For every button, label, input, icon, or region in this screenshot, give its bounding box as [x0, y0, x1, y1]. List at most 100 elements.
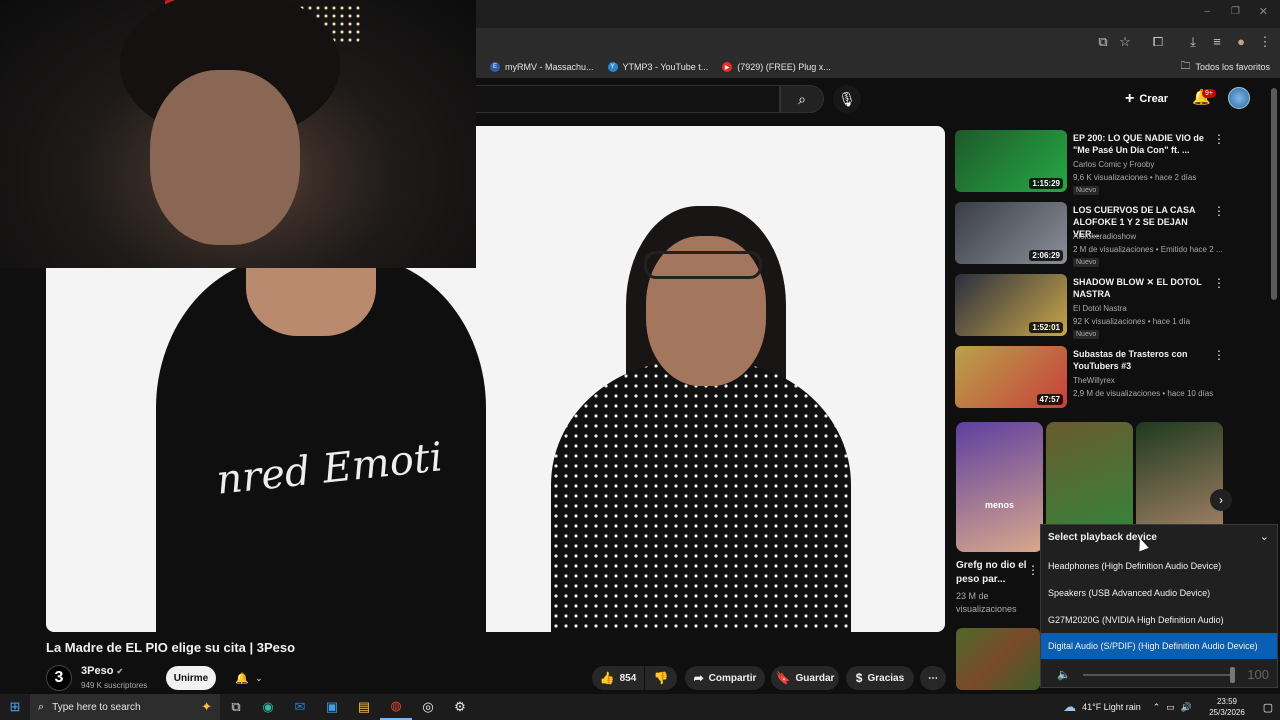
short-thumbnail[interactable]: menos	[956, 422, 1043, 552]
playback-device-digital-audio[interactable]: Digital Audio (S/PDIF) (High Definition …	[1041, 633, 1277, 659]
browser-title-bar: – ❐ ✕	[476, 0, 1280, 28]
join-button[interactable]: Unirme	[166, 666, 216, 690]
network-icon[interactable]: ▭	[1166, 702, 1175, 713]
video-title: SHADOW BLOW ✕ EL DOTOL NASTRA	[1073, 277, 1202, 299]
store-icon[interactable]: ▣	[316, 694, 348, 720]
more-vertical-icon[interactable]: ⋮	[1213, 132, 1225, 146]
close-window-icon[interactable]: ✕	[1259, 5, 1268, 18]
speaker-icon[interactable]: 🔈	[1057, 668, 1071, 681]
voice-search-button[interactable]: 🎙	[833, 85, 861, 113]
recommendation-item[interactable]: 47:57 Subastas de Trasteros con YouTuber…	[955, 342, 1225, 408]
video-duration: 1:15:29	[1029, 178, 1063, 189]
task-view-icon[interactable]: ⧉	[220, 694, 252, 720]
bookmark-icon: 🔖	[775, 671, 791, 685]
outlook-icon[interactable]: ✉	[284, 694, 316, 720]
restore-icon[interactable]: ❐	[1231, 6, 1240, 17]
all-bookmarks[interactable]: 🗀 Todos los favoritos	[1180, 56, 1270, 78]
volume-slider[interactable]	[1083, 674, 1233, 676]
bookmark-label: YTMP3 - YouTube t...	[622, 62, 709, 72]
chevron-down-icon[interactable]: ⌄	[1260, 530, 1269, 543]
file-explorer-icon[interactable]: ▤	[348, 694, 380, 720]
more-vertical-icon[interactable]: ⋮	[1213, 204, 1225, 218]
channel-name[interactable]: 3Peso ✔	[81, 665, 123, 677]
more-horizontal-icon: ⋯	[928, 672, 938, 684]
chevron-up-icon[interactable]: ⌃	[1153, 702, 1161, 713]
taskbar-search-input[interactable]: ⌕ Type here to search ✦	[30, 694, 220, 720]
bookmarks-bar: E myRMV - Massachu... Y YTMP3 - YouTube …	[476, 56, 1280, 78]
thumbs-up-icon: 👍	[599, 671, 615, 685]
recommendation-item[interactable]: 1:52:01 SHADOW BLOW ✕ EL DOTOL NASTRA El…	[955, 270, 1225, 339]
profile-icon[interactable]: ●	[1232, 34, 1250, 49]
weather-icon: ☁	[1063, 699, 1077, 714]
install-app-icon[interactable]: ⧉	[1094, 34, 1112, 50]
search-placeholder: Type here to search	[52, 701, 141, 713]
search-input[interactable]	[476, 85, 780, 113]
short-title[interactable]: Grefg no dio el peso par...	[956, 559, 1030, 587]
video-thumbnail[interactable]	[956, 628, 1040, 690]
settings-icon[interactable]: ⚙	[444, 694, 476, 720]
shorts-next-button[interactable]: ›	[1210, 489, 1232, 511]
bookmark-item-plug[interactable]: ▶ (7929) (FREE) Plug x...	[722, 62, 831, 72]
channel-name: El Dotol Nastra	[1073, 304, 1127, 313]
volume-slider-thumb[interactable]	[1230, 667, 1235, 683]
more-vertical-icon[interactable]: ⋮	[1213, 348, 1225, 362]
create-button[interactable]: + Crear	[1125, 87, 1168, 111]
recommendation-item[interactable]: 2:06:29 LOS CUERVOS DE LA CASA ALOFOKE 1…	[955, 198, 1225, 267]
search-button[interactable]: ⌕	[780, 85, 824, 113]
sparkle-icon: ✦	[201, 699, 212, 714]
recorder-icon[interactable]: ◎	[412, 694, 444, 720]
playback-device-headphones[interactable]: Headphones (High Definition Audio Device…	[1041, 553, 1277, 579]
edge-icon[interactable]: ◉	[252, 694, 284, 720]
playback-device-flyout: Select playback device ⌄ Headphones (Hig…	[1040, 524, 1278, 688]
channel-name: Alofokeradioshow	[1073, 232, 1137, 241]
like-button[interactable]: 👍 854	[592, 666, 644, 690]
more-vertical-icon[interactable]: ⋮	[1213, 276, 1225, 290]
thanks-label: Gracias	[867, 672, 905, 684]
browser-menu-icon[interactable]: ⋮	[1256, 34, 1274, 50]
chrome-icon[interactable]: ◍	[380, 694, 412, 720]
folder-icon: 🗀	[1180, 60, 1191, 72]
bookmark-item-ytmp3[interactable]: Y YTMP3 - YouTube t...	[607, 62, 709, 72]
share-button[interactable]: ➦ Compartir	[685, 666, 765, 690]
video-thumbnail: 2:06:29	[955, 202, 1067, 264]
notification-center-icon[interactable]: ▢	[1256, 701, 1280, 714]
page-scrollbar[interactable]	[1271, 88, 1277, 300]
subscription-bell-button[interactable]: 🔔 ⌄	[228, 666, 270, 690]
video-meta: 2,9 M de visualizaciones • hace 10 días	[1073, 389, 1214, 398]
myrmv-favicon: E	[490, 62, 500, 72]
reading-list-icon[interactable]: ≡	[1208, 34, 1226, 49]
video-thumbnail: 1:52:01	[955, 274, 1067, 336]
clock[interactable]: 23:59 25/3/2026	[1198, 696, 1256, 718]
extensions-icon[interactable]: ⧠	[1149, 34, 1167, 50]
plus-icon: +	[1125, 90, 1135, 107]
bookmark-label: myRMV - Massachu...	[505, 62, 594, 72]
share-label: Compartir	[708, 672, 757, 684]
playback-device-monitor[interactable]: G27M2020G (NVIDIA High Definition Audio)	[1041, 607, 1277, 633]
weather-text[interactable]: 41°F Light rain	[1082, 702, 1141, 712]
account-avatar[interactable]	[1228, 87, 1250, 109]
bookmark-label: (7929) (FREE) Plug x...	[737, 62, 831, 72]
windows-start-icon[interactable]: ⊞	[0, 694, 30, 720]
more-actions-button[interactable]: ⋯	[920, 666, 946, 690]
thanks-button[interactable]: $ Gracias	[846, 666, 914, 690]
dislike-button[interactable]: 👎	[645, 666, 677, 690]
time: 23:59	[1216, 697, 1238, 706]
more-vertical-icon[interactable]: ⋮	[1027, 563, 1039, 577]
recommendation-item[interactable]: 1:15:29 EP 200: LO QUE NADIE VIO de "Me …	[955, 126, 1225, 195]
bookmark-item-myrmv[interactable]: E myRMV - Massachu...	[490, 62, 594, 72]
device-label: Digital Audio (S/PDIF) (High Definition …	[1048, 641, 1258, 651]
minimize-icon[interactable]: –	[1204, 6, 1210, 17]
save-button[interactable]: 🔖 Guardar	[771, 666, 839, 690]
video-meta: 2 M de visualizaciones • Emitido hace 2 …	[1073, 245, 1223, 254]
channel-avatar[interactable]: 3	[46, 665, 72, 691]
download-icon[interactable]: ⤓	[1184, 34, 1202, 50]
bell-icon: 🔔	[235, 672, 250, 685]
search-icon: ⌕	[38, 700, 45, 713]
bookmark-star-icon[interactable]: ☆	[1116, 34, 1134, 50]
microphone-icon: 🎙	[838, 90, 856, 107]
video-meta: 9,6 K visualizaciones • hace 2 días	[1073, 173, 1197, 182]
volume-value: 100	[1247, 667, 1269, 682]
playback-device-speakers[interactable]: Speakers (USB Advanced Audio Device)	[1041, 580, 1277, 606]
volume-icon[interactable]: 🔊	[1181, 702, 1192, 713]
like-count: 854	[619, 672, 637, 684]
